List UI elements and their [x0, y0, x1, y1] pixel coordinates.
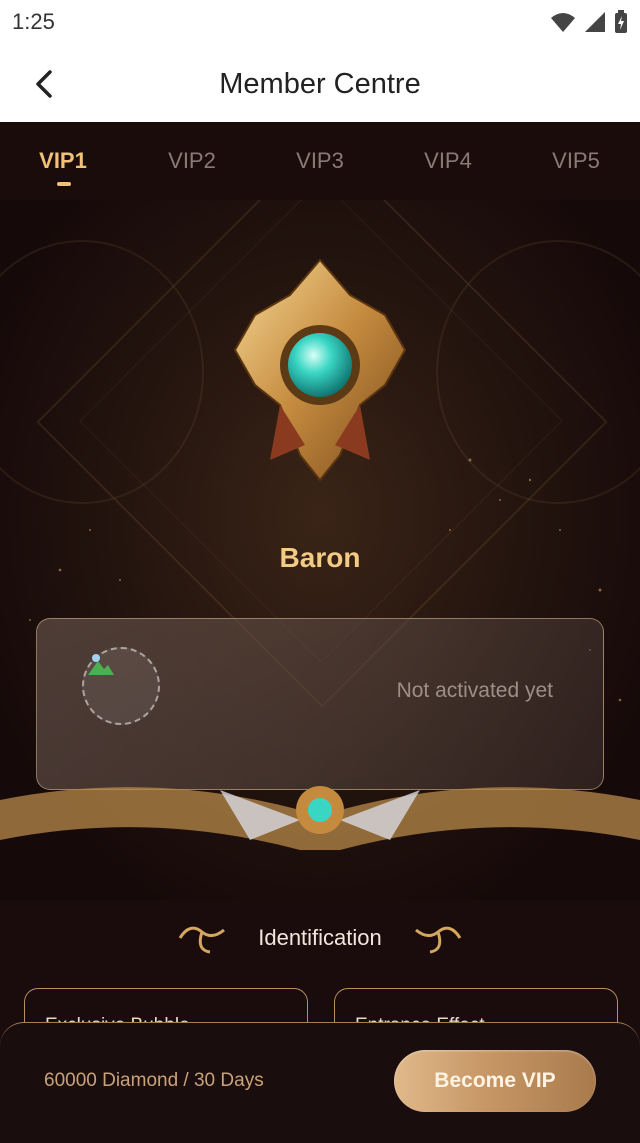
wifi-icon [551, 13, 575, 32]
price-text: 60000 Diamond / 30 Days [44, 1070, 264, 1091]
become-vip-button[interactable]: Become VIP [394, 1050, 596, 1112]
identification-title: Identification [258, 925, 382, 950]
app-header: Member Centre [0, 44, 640, 122]
status-bar: 1:25 [0, 0, 640, 44]
identification-header: Identification [0, 918, 640, 958]
active-tab-indicator [57, 182, 71, 186]
tab-vip1[interactable]: VIP1 [8, 148, 118, 174]
vip-level-name: Baron [279, 542, 361, 573]
tab-vip5[interactable]: VIP5 [521, 148, 631, 174]
vip-tabs: VIP1 VIP2 VIP3 VIP4 VIP5 [0, 122, 640, 200]
vip-crest-badge-icon [233, 258, 407, 482]
page-title: Member Centre [219, 68, 421, 100]
tab-vip3[interactable]: VIP3 [265, 148, 375, 174]
status-icons [550, 10, 628, 34]
status-time: 1:25 [12, 9, 55, 34]
cellular-signal-icon [585, 12, 605, 32]
tab-vip4[interactable]: VIP4 [393, 148, 503, 174]
broken-image-avatar-icon [82, 647, 160, 725]
activation-status: Not activated yet [396, 679, 553, 702]
flourish-left-icon [178, 926, 226, 954]
tab-vip2[interactable]: VIP2 [137, 148, 247, 174]
purchase-bar: 60000 Diamond / 30 Days Become VIP [0, 1022, 640, 1143]
battery-charging-icon [615, 10, 627, 33]
flourish-right-icon [414, 926, 462, 954]
vip-hero: Baron Not activated yet [0, 200, 640, 900]
become-vip-label: Become VIP [434, 1069, 556, 1092]
wing-crest-decoration [0, 786, 640, 850]
